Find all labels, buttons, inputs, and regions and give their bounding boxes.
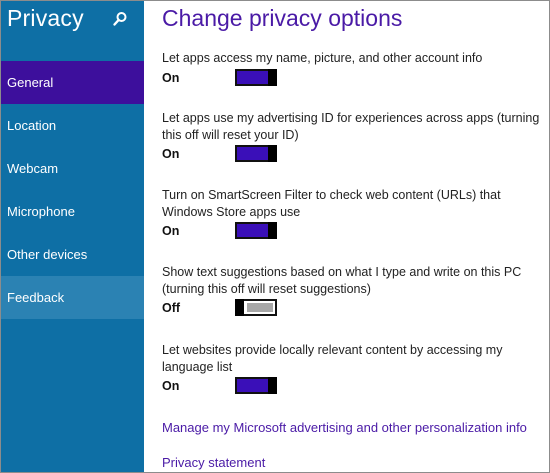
toggle-state-label: On [162, 379, 180, 393]
smartscreen-toggle[interactable] [235, 222, 277, 239]
sidebar-header: Privacy [1, 1, 144, 61]
setting-row: On [162, 222, 548, 242]
setting-text-suggestions: Show text suggestions based on what I ty… [162, 264, 548, 319]
sidebar-item-other-devices[interactable]: Other devices [1, 233, 144, 276]
manage-advertising-link[interactable]: Manage my Microsoft advertising and othe… [162, 420, 527, 435]
sidebar-title: Privacy [7, 5, 84, 31]
sidebar-item-feedback[interactable]: Feedback [1, 276, 144, 319]
setting-account-info: Let apps access my name, picture, and ot… [162, 50, 548, 89]
account-info-toggle[interactable] [235, 68, 277, 86]
sidebar: Privacy General Location Webcam Micropho… [1, 1, 144, 472]
toggle-state-label: On [162, 147, 180, 161]
settings-window: Privacy General Location Webcam Micropho… [0, 0, 550, 473]
search-icon [113, 12, 127, 26]
sidebar-item-webcam[interactable]: Webcam [1, 147, 144, 190]
setting-language-list: Let websites provide locally relevant co… [162, 342, 548, 397]
toggle-thumb [268, 68, 277, 86]
setting-description: Turn on SmartScreen Filter to check web … [162, 188, 501, 219]
toggle-state-label: Off [162, 301, 181, 315]
setting-row: Off [162, 299, 548, 319]
sidebar-item-location[interactable]: Location [1, 104, 144, 147]
toggle-thumb [268, 222, 277, 239]
setting-description: Let websites provide locally relevant co… [162, 343, 503, 374]
setting-row: On [162, 145, 548, 165]
sidebar-item-general[interactable]: General [1, 61, 144, 104]
toggle-thumb [235, 299, 244, 316]
toggle-thumb [268, 377, 277, 394]
toggle-state-label: On [162, 224, 180, 238]
privacy-statement-link[interactable]: Privacy statement [162, 455, 265, 470]
text-suggestions-toggle[interactable] [235, 299, 277, 316]
setting-description: Let apps use my advertising ID for exper… [162, 111, 540, 142]
setting-smartscreen: Turn on SmartScreen Filter to check web … [162, 187, 548, 242]
setting-description: Show text suggestions based on what I ty… [162, 265, 522, 296]
setting-row: On [162, 68, 548, 89]
setting-advertising-id: Let apps use my advertising ID for exper… [162, 110, 548, 165]
sidebar-nav: General Location Webcam Microphone Other… [1, 61, 144, 319]
advertising-id-toggle[interactable] [235, 145, 277, 162]
language-list-toggle[interactable] [235, 377, 277, 394]
page-title: Change privacy options [162, 5, 403, 31]
toggle-thumb [268, 145, 277, 162]
toggle-state-label: On [162, 70, 180, 85]
setting-row: On [162, 377, 548, 397]
sidebar-item-microphone[interactable]: Microphone [1, 190, 144, 233]
search-button[interactable] [111, 10, 129, 28]
setting-description: Let apps access my name, picture, and ot… [162, 51, 483, 65]
